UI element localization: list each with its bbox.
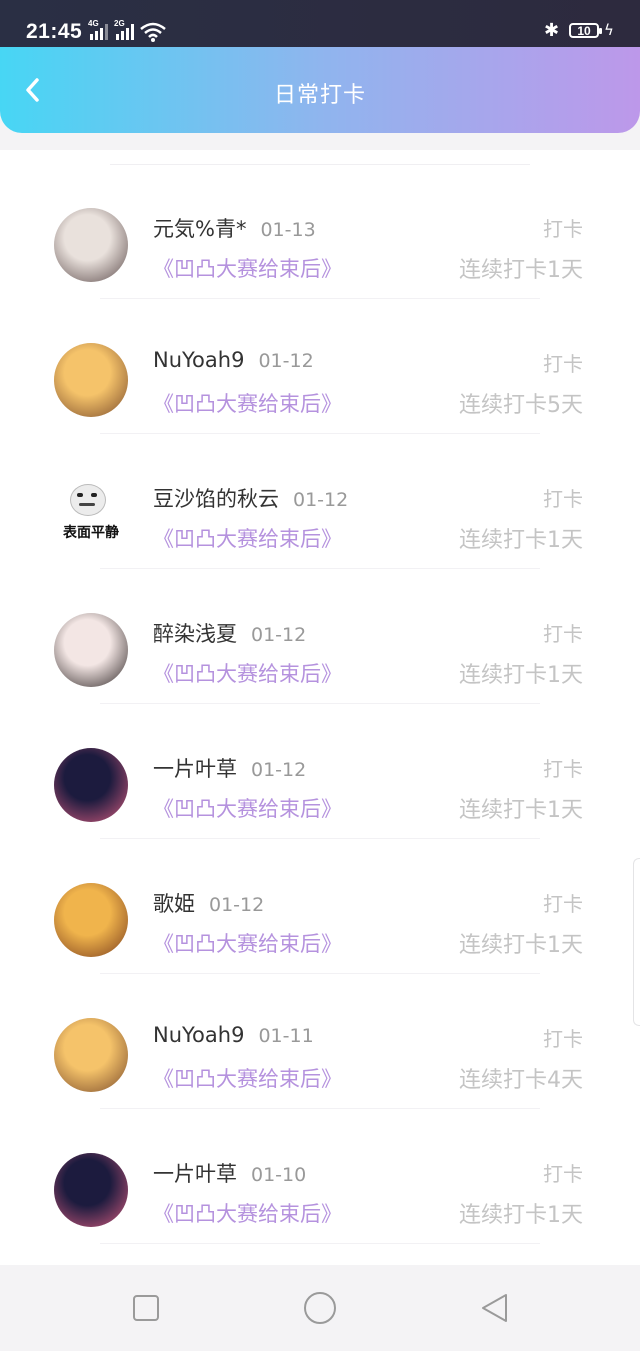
wifi-icon — [140, 22, 166, 42]
checkin-date: 01-11 — [258, 1025, 314, 1047]
battery-level: 10 — [577, 24, 591, 38]
streak-count: 连续打卡1天 — [459, 258, 583, 283]
book-title-link[interactable]: 《凹凸大赛给束后》 — [153, 928, 342, 958]
user-name[interactable]: NuYoah9 — [153, 1023, 244, 1047]
streak-count: 连续打卡1天 — [459, 528, 583, 553]
charging-icon: ϟ — [604, 21, 614, 39]
checkin-date: 01-13 — [260, 219, 316, 241]
app-header: 日常打卡 — [0, 47, 640, 133]
avatar[interactable] — [54, 208, 128, 282]
system-nav-bar — [0, 1265, 640, 1351]
list-item[interactable]: NuYoah9 01-12 《凹凸大赛给束后》 打卡 连续打卡5天 — [0, 285, 640, 434]
book-title-link[interactable]: 《凹凸大赛给束后》 — [153, 253, 342, 283]
battery-icon: 10 — [569, 23, 602, 38]
book-title-link[interactable]: 《凹凸大赛给束后》 — [153, 1198, 342, 1228]
streak-count: 连续打卡1天 — [459, 798, 583, 823]
checkin-date: 01-12 — [293, 489, 349, 511]
user-name-line: 醉染浅夏 01-12 — [153, 618, 306, 648]
avatar[interactable] — [54, 1018, 128, 1092]
user-name[interactable]: 歌姫 — [153, 892, 195, 916]
row-divider — [100, 1243, 540, 1244]
user-name-line: NuYoah9 01-12 — [153, 348, 314, 372]
checkin-list: 元気%青* 01-13 《凹凸大赛给束后》 打卡 连续打卡1天 NuYoah9 01… — [0, 150, 640, 1265]
checkin-label: 打卡 — [543, 352, 583, 376]
user-name[interactable]: 一片叶草 — [153, 1162, 237, 1186]
checkin-label: 打卡 — [543, 892, 583, 916]
user-name-line: 一片叶草 01-12 — [153, 753, 306, 783]
book-title-link[interactable]: 《凹凸大赛给束后》 — [153, 388, 342, 418]
user-name-line: NuYoah9 01-11 — [153, 1023, 314, 1047]
network-type-1: 4G — [88, 19, 99, 28]
recent-apps-square-icon[interactable] — [131, 1293, 161, 1323]
checkin-date: 01-12 — [258, 350, 314, 372]
streak-count: 连续打卡1天 — [459, 1203, 583, 1228]
streak-count: 连续打卡4天 — [459, 1068, 583, 1093]
checkin-label: 打卡 — [543, 1027, 583, 1051]
avatar-caption: 表面平静 — [63, 525, 119, 541]
streak-count: 连续打卡1天 — [459, 663, 583, 688]
user-name[interactable]: 元気%青* — [153, 217, 246, 241]
checkin-date: 01-12 — [251, 759, 307, 781]
book-title-link[interactable]: 《凹凸大赛给束后》 — [153, 523, 342, 553]
checkin-label: 打卡 — [543, 622, 583, 646]
streak-count: 连续打卡1天 — [459, 933, 583, 958]
checkin-label: 打卡 — [543, 487, 583, 511]
user-name[interactable]: NuYoah9 — [153, 348, 244, 372]
user-name-line: 元気%青* 01-13 — [153, 213, 316, 243]
avatar[interactable] — [54, 343, 128, 417]
user-name[interactable]: 一片叶草 — [153, 757, 237, 781]
status-time: 21:45 — [26, 20, 83, 43]
book-title-link[interactable]: 《凹凸大赛给束后》 — [153, 1063, 342, 1093]
list-item[interactable]: 一片叶草 01-12 《凹凸大赛给束后》 打卡 连续打卡1天 — [0, 690, 640, 839]
list-item[interactable]: 元気%青* 01-13 《凹凸大赛给束后》 打卡 连续打卡1天 — [0, 150, 640, 299]
book-title-link[interactable]: 《凹凸大赛给束后》 — [153, 793, 342, 823]
avatar[interactable] — [54, 883, 128, 957]
checkin-date: 01-12 — [209, 894, 265, 916]
user-name[interactable]: 豆沙馅的秋云 — [153, 487, 279, 511]
checkin-label: 打卡 — [543, 1162, 583, 1186]
checkin-date: 01-10 — [251, 1164, 307, 1186]
home-circle-icon[interactable] — [302, 1290, 338, 1326]
user-name-line: 一片叶草 01-10 — [153, 1158, 306, 1188]
user-name-line: 豆沙馅的秋云 01-12 — [153, 483, 348, 513]
user-name[interactable]: 醉染浅夏 — [153, 622, 237, 646]
status-bar: 21:45 4G 2G ✱ 10 ϟ — [0, 0, 640, 48]
checkin-label: 打卡 — [543, 757, 583, 781]
list-item[interactable]: 一片叶草 01-10 《凹凸大赛给束后》 打卡 连续打卡1天 — [0, 1095, 640, 1244]
streak-count: 连续打卡5天 — [459, 393, 583, 418]
book-title-link[interactable]: 《凹凸大赛给束后》 — [153, 658, 342, 688]
user-name-line: 歌姫 01-12 — [153, 888, 264, 918]
list-item[interactable]: 醉染浅夏 01-12 《凹凸大赛给束后》 打卡 连续打卡1天 — [0, 555, 640, 704]
page-title: 日常打卡 — [273, 83, 366, 108]
side-handle[interactable] — [633, 858, 640, 1026]
list-item[interactable]: 表面平静 豆沙馅的秋云 01-12 《凹凸大赛给束后》 打卡 连续打卡1天 — [0, 420, 640, 569]
avatar[interactable]: 表面平静 — [54, 478, 128, 552]
back-triangle-icon[interactable] — [479, 1293, 509, 1323]
checkin-label: 打卡 — [543, 217, 583, 241]
avatar[interactable] — [54, 1153, 128, 1227]
list-item[interactable]: 歌姫 01-12 《凹凸大赛给束后》 打卡 连续打卡1天 — [0, 825, 640, 974]
bluetooth-icon: ✱ — [544, 20, 560, 41]
avatar[interactable] — [54, 613, 128, 687]
list-item[interactable]: NuYoah9 01-11 《凹凸大赛给束后》 打卡 连续打卡4天 — [0, 960, 640, 1109]
avatar[interactable] — [54, 748, 128, 822]
checkin-date: 01-12 — [251, 624, 307, 646]
network-type-2: 2G — [114, 19, 125, 28]
